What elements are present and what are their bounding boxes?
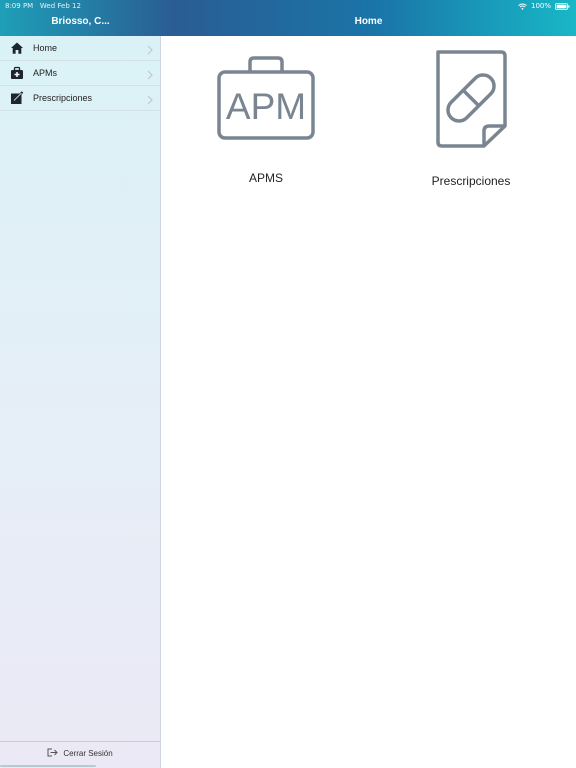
wifi-icon [518,3,527,10]
apms-tile-label: APMS [248,171,283,185]
sidebar-item-label: APMs [33,68,58,78]
logout-button[interactable]: Cerrar Sesión [0,741,160,764]
battery-icon [555,2,570,10]
apms-tile[interactable]: APM APMS [205,55,327,185]
status-indicators: 100% [518,2,570,10]
prescripciones-tile-label: Prescripciones [431,174,511,188]
sidebar: Home APMs Prescripciones Cerrar Sesión [0,36,161,768]
chevron-right-icon [147,67,153,80]
status-time: 8:09 PM Wed Feb 12 [5,2,81,10]
battery-percent: 100% [530,2,551,10]
sidebar-item-label: Prescripciones [33,93,93,103]
chevron-right-icon [147,42,153,55]
sidebar-item-home[interactable]: Home [0,36,160,61]
status-date: Wed Feb 12 [39,2,81,10]
medical-kit-icon [10,66,24,80]
prescription-icon [10,91,24,105]
logout-label: Cerrar Sesión [63,748,113,758]
pill-document-icon [431,48,511,153]
home-icon [10,41,24,55]
top-bar: 8:09 PM Wed Feb 12 100% Briosso, C... Ho… [0,0,576,36]
apm-briefcase-icon: APM [216,55,316,146]
sidebar-item-label: Home [33,43,58,53]
prescripciones-tile[interactable]: Prescripciones [410,48,532,188]
status-clock: 8:09 PM [5,2,34,10]
logout-icon [47,748,59,759]
apm-icon-text: APM [226,86,306,127]
sidebar-item-apms[interactable]: APMs [0,61,160,86]
page-title: Home [354,16,383,27]
sidebar-item-prescripciones[interactable]: Prescripciones [0,86,160,111]
chevron-right-icon [147,92,153,105]
scroll-indicator [0,765,96,767]
sidebar-title: Briosso, C... [51,16,110,27]
